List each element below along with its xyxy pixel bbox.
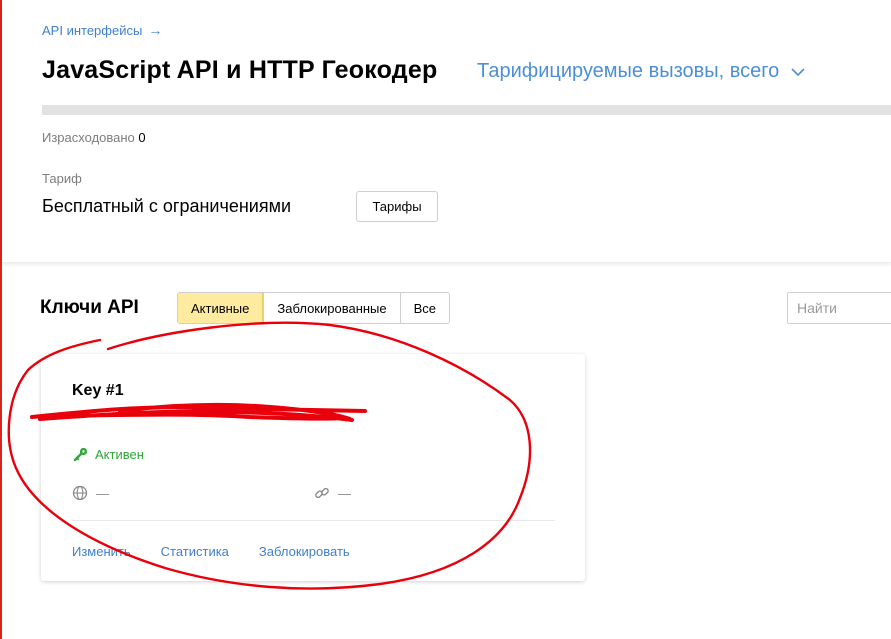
- edit-key-link[interactable]: Изменить: [72, 544, 131, 559]
- usage-summary: Израсходовано 0: [42, 130, 146, 145]
- block-key-link[interactable]: Заблокировать: [259, 544, 350, 559]
- metric-dropdown-value: Тарифицируемые вызовы, всего: [477, 60, 780, 82]
- usage-label: Израсходовано: [42, 130, 135, 145]
- page-title: JavaScript API и HTTP Геокодер: [42, 56, 438, 84]
- breadcrumb[interactable]: API интерфейсы →: [42, 22, 162, 38]
- api-key-card: Key #1 Активен — — Изменить Статистика З…: [41, 354, 585, 581]
- usage-progress-bar: [42, 105, 891, 115]
- key-referer: —: [314, 485, 351, 501]
- key-filter-tabs: Активные Заблокированные Все: [177, 292, 451, 324]
- key-card-actions: Изменить Статистика Заблокировать: [72, 544, 350, 559]
- key-icon: [73, 447, 88, 462]
- key-referer-value: —: [338, 485, 351, 501]
- card-divider: [72, 520, 555, 521]
- tariff-label: Тариф: [42, 171, 82, 186]
- arrow-right-icon: →: [148, 22, 163, 38]
- tariffs-button[interactable]: Тарифы: [356, 191, 438, 222]
- usage-value: 0: [138, 130, 146, 145]
- link-icon: [315, 487, 329, 499]
- tariff-name: Бесплатный с ограничениями: [42, 196, 292, 216]
- filter-tab-active[interactable]: Активные: [178, 293, 264, 323]
- filter-tab-all[interactable]: Все: [399, 293, 450, 323]
- service-header-panel: API интерфейсы → JavaScript API и HTTP Ге…: [2, 0, 891, 262]
- key-status: Активен: [73, 446, 144, 462]
- chevron-down-icon: [791, 67, 805, 76]
- filter-tab-blocked[interactable]: Заблокированные: [263, 293, 400, 323]
- key-search-input[interactable]: [787, 292, 891, 324]
- breadcrumb-label[interactable]: API интерфейсы: [42, 23, 142, 38]
- key-statistics-link[interactable]: Статистика: [161, 544, 229, 559]
- key-name: Key #1: [72, 382, 124, 399]
- globe-icon: [72, 485, 88, 501]
- metric-dropdown[interactable]: Тарифицируемые вызовы, всего: [477, 60, 805, 83]
- key-domain-value: —: [96, 485, 109, 501]
- api-keys-title: Ключи API: [40, 297, 139, 318]
- key-status-label: Активен: [95, 446, 144, 462]
- key-domain: —: [72, 485, 109, 501]
